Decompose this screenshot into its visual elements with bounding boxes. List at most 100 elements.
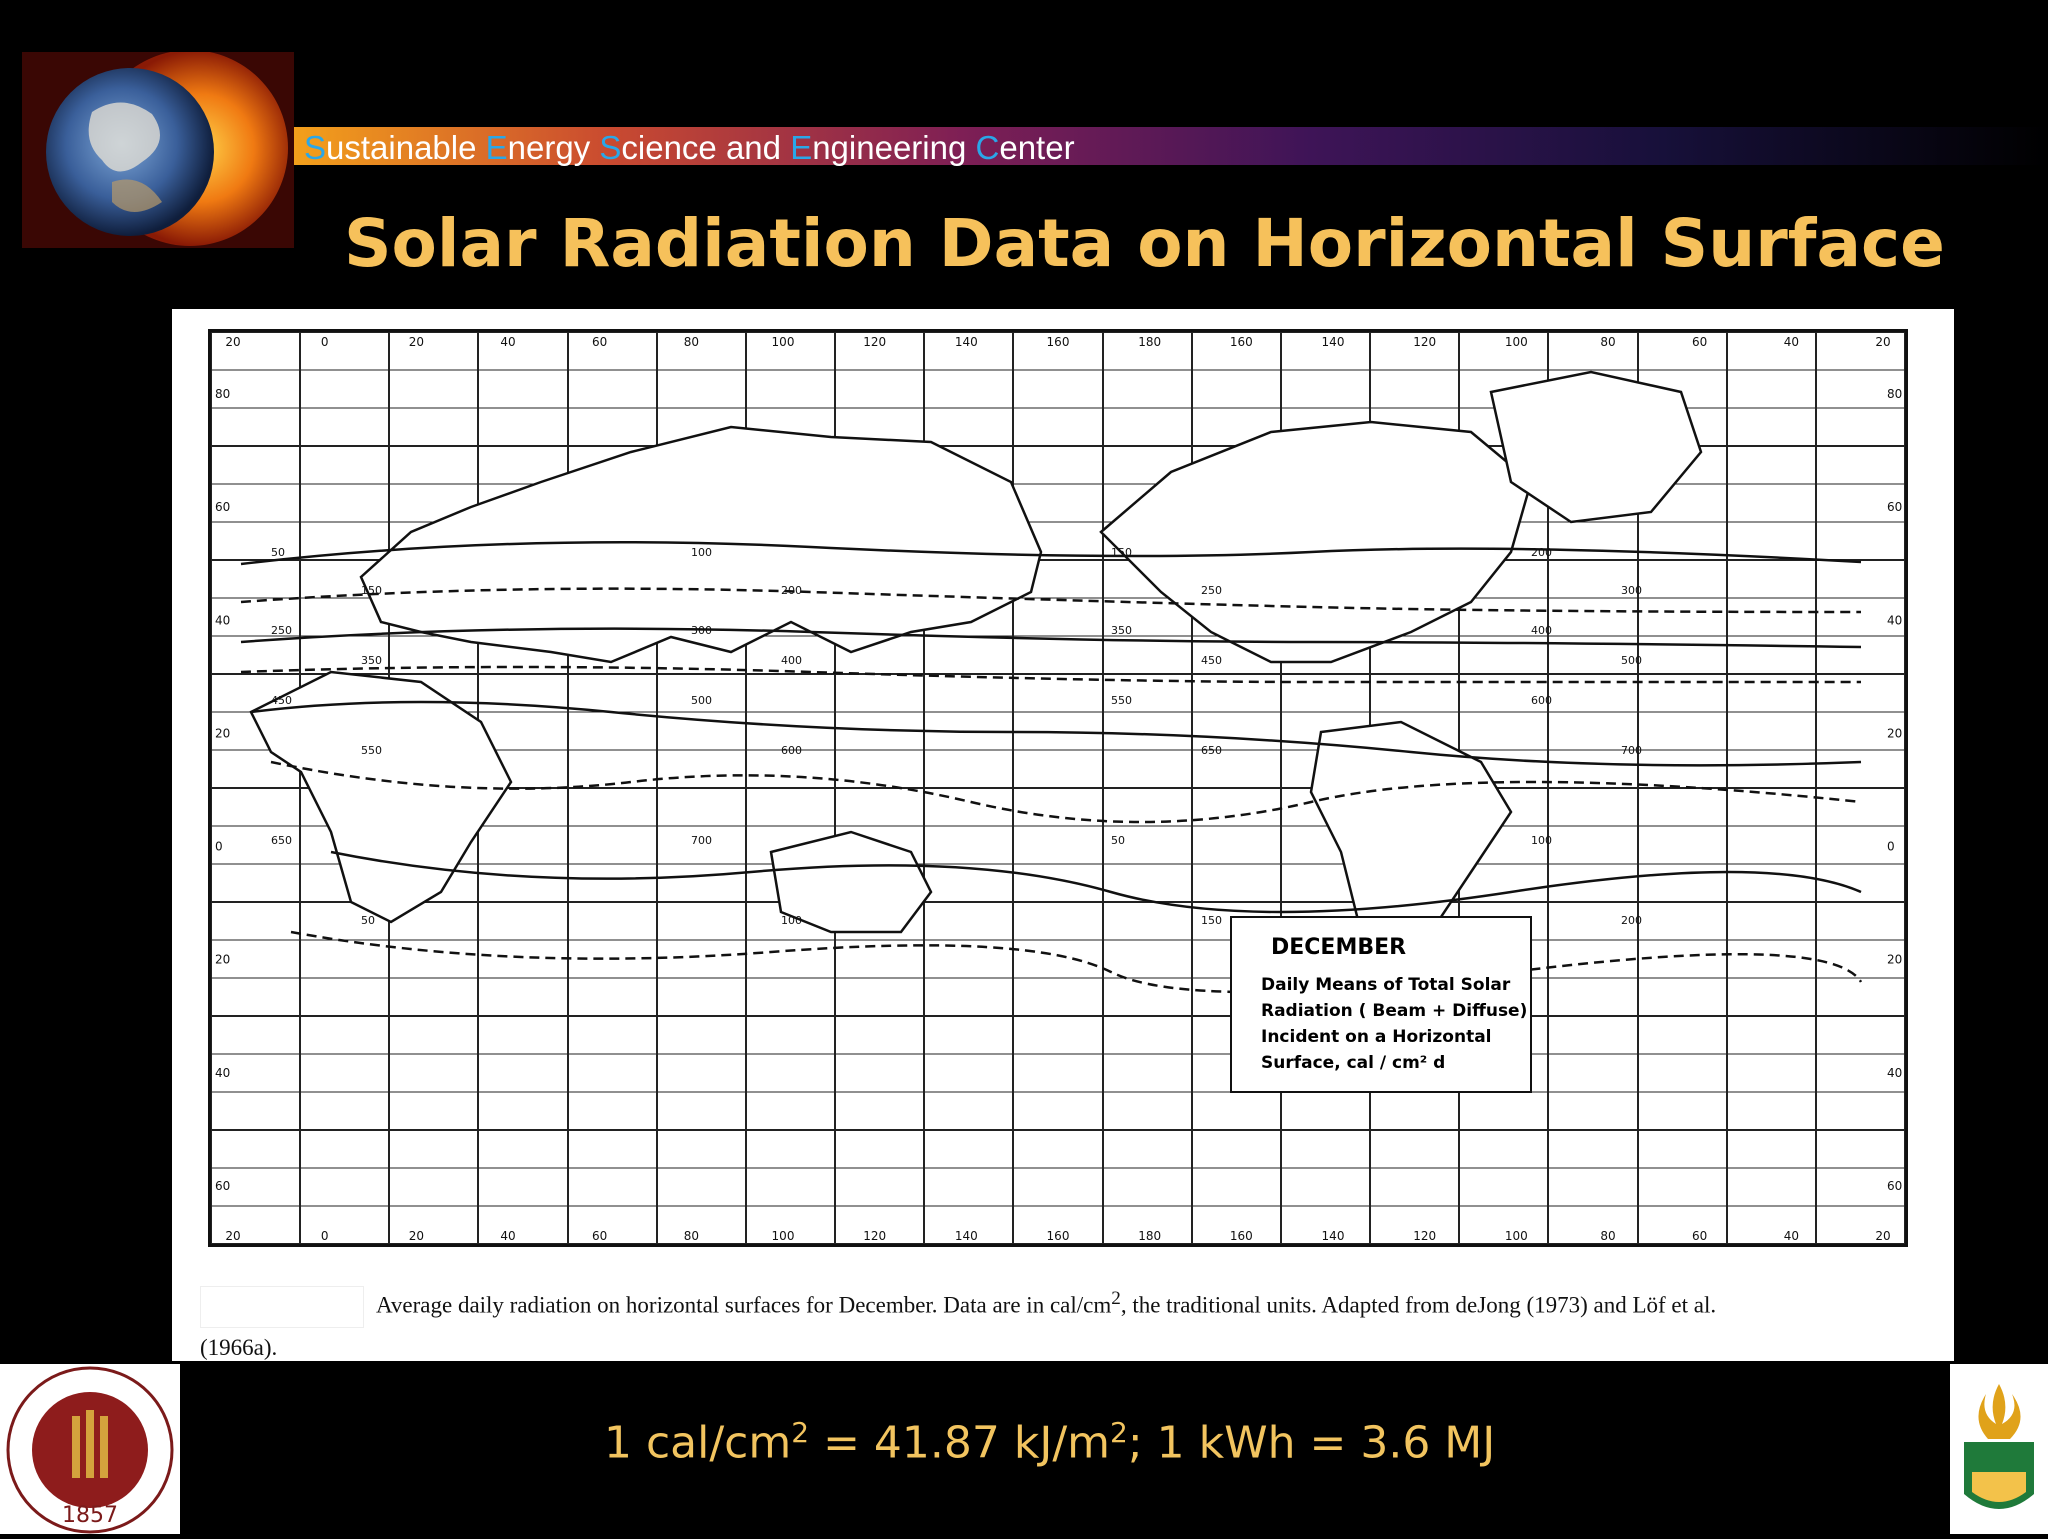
banner-initial: S xyxy=(304,129,327,166)
longitude-label: 20 xyxy=(409,1229,424,1243)
conversion-sup: 2 xyxy=(791,1416,810,1449)
center-name: Sustainable Energy Science and Engineeri… xyxy=(304,129,1075,167)
caption-line2: (1966a). xyxy=(200,1335,278,1361)
conversion-part: ; 1 kWh = 3.6 MJ xyxy=(1127,1417,1496,1469)
longitude-label: 120 xyxy=(863,1229,886,1243)
contour-label: 200 xyxy=(781,584,802,597)
latitude-label: 20 xyxy=(215,953,230,967)
longitude-label: 60 xyxy=(592,335,607,349)
africa-land xyxy=(249,670,513,924)
radiation-map-figure: 20 0 20 40 60 80 100 120 140 160 180 160 140 120 100 80… xyxy=(172,309,1954,1361)
famu-logo-graphic xyxy=(1964,1384,2034,1509)
longitude-label: 60 xyxy=(1692,335,1707,349)
figure-caption: Average daily radiation on horizontal su… xyxy=(200,1279,1940,1368)
legend-line: Surface, cal / cm² d xyxy=(1261,1053,1445,1073)
landmasses xyxy=(249,370,1703,974)
longitude-label: 140 xyxy=(955,1229,978,1243)
legend-line: Incident on a Horizontal xyxy=(1261,1027,1492,1047)
banner-word: cience and xyxy=(621,129,791,166)
contour-label: 700 xyxy=(691,834,712,847)
contour-label: 100 xyxy=(1531,834,1552,847)
longitude-label: 20 xyxy=(409,335,424,349)
latitude-label: 0 xyxy=(1887,840,1895,854)
contour-label: 600 xyxy=(1531,694,1552,707)
contour-label: 300 xyxy=(1621,584,1642,597)
longitude-label: 40 xyxy=(1784,335,1799,349)
longitude-label: 180 xyxy=(1138,1229,1161,1243)
contour-label: 150 xyxy=(1111,546,1132,559)
latitude-label: 20 xyxy=(215,726,230,740)
conversion-sup: 2 xyxy=(1110,1416,1128,1449)
longitude-label: 100 xyxy=(772,335,795,349)
latitude-label: 20 xyxy=(1887,726,1902,740)
banner-word: enter xyxy=(999,129,1075,166)
latitude-label: 0 xyxy=(215,840,223,854)
contour-label: 500 xyxy=(691,694,712,707)
longitude-label: 160 xyxy=(1230,335,1253,349)
fsu-seal-graphic: 1857 xyxy=(6,1366,174,1534)
longitude-label: 100 xyxy=(1505,1229,1528,1243)
slide-title: Solar Radiation Data on Horizontal Surfa… xyxy=(344,205,1945,282)
latitude-label: 60 xyxy=(215,500,230,514)
conversion-part: 1 cal/cm xyxy=(604,1417,792,1469)
contour-label: 250 xyxy=(1201,584,1222,597)
latitude-label: 80 xyxy=(1887,387,1902,401)
contour-label: 100 xyxy=(691,546,712,559)
contour-label: 250 xyxy=(271,624,292,637)
map-legend: DECEMBER Daily Means of Total Solar Radi… xyxy=(1230,916,1532,1093)
latitude-label: 40 xyxy=(1887,613,1902,627)
longitude-label: 80 xyxy=(684,335,699,349)
caption-sup: 2 xyxy=(1111,1288,1121,1309)
longitude-label: 120 xyxy=(1413,1229,1436,1243)
longitude-label: 20 xyxy=(225,1229,240,1243)
latitude-label: 80 xyxy=(215,387,230,401)
banner-word: nergy xyxy=(507,129,600,166)
contour-label: 600 xyxy=(781,744,802,757)
latitude-label: 40 xyxy=(1887,1066,1902,1080)
contour-label: 350 xyxy=(1111,624,1132,637)
center-banner: Sustainable Energy Science and Engineeri… xyxy=(294,127,2048,167)
banner-word: ngineering xyxy=(812,129,976,166)
contour-label: 450 xyxy=(271,694,292,707)
fsu-seal-logo: 1857 xyxy=(0,1364,180,1534)
contour-label: 150 xyxy=(1201,914,1222,927)
longitude-label: 160 xyxy=(1047,1229,1070,1243)
longitude-label: 40 xyxy=(500,335,515,349)
longitude-label: 80 xyxy=(1600,1229,1615,1243)
banner-initial: C xyxy=(975,129,1000,166)
contour-label: 300 xyxy=(691,624,712,637)
longitude-label: 160 xyxy=(1230,1229,1253,1243)
map-frame: 20 0 20 40 60 80 100 120 140 160 180 160 140 120 100 80… xyxy=(208,329,1908,1247)
latitude-label: 20 xyxy=(1887,953,1902,967)
banner-initial: S xyxy=(599,129,622,166)
caption-blank-box xyxy=(200,1286,364,1329)
legend-line: Radiation ( Beam + Diffuse) xyxy=(1261,1001,1527,1021)
longitude-label: 80 xyxy=(1600,335,1615,349)
longitude-label: 0 xyxy=(321,335,329,349)
contour-label: 150 xyxy=(361,584,382,597)
banner-initial: E xyxy=(485,129,508,166)
latitude-label: 60 xyxy=(215,1179,230,1193)
conversion-part: = 41.87 kJ/m xyxy=(809,1417,1111,1469)
longitude-label: 120 xyxy=(1413,335,1436,349)
longitude-label: 0 xyxy=(321,1229,329,1243)
caption-rest: , the traditional units. Adapted from de… xyxy=(1120,1292,1717,1318)
famu-logo xyxy=(1950,1364,2048,1534)
longitude-label: 160 xyxy=(1047,335,1070,349)
longitude-label: 20 xyxy=(225,335,240,349)
contour-label: 650 xyxy=(271,834,292,847)
latitude-label: 60 xyxy=(1887,500,1902,514)
contour-label: 500 xyxy=(1621,654,1642,667)
longitude-label: 140 xyxy=(1322,1229,1345,1243)
contour-label: 550 xyxy=(1111,694,1132,707)
fsu-year: 1857 xyxy=(62,1503,118,1528)
longitude-label: 120 xyxy=(863,335,886,349)
longitude-label: 100 xyxy=(772,1229,795,1243)
longitude-label: 20 xyxy=(1875,1229,1890,1243)
banner-word: ustainable xyxy=(326,129,486,166)
longitude-label: 100 xyxy=(1505,335,1528,349)
longitude-label: 20 xyxy=(1875,335,1890,349)
contour-label: 50 xyxy=(271,546,285,559)
contour-label: 100 xyxy=(781,914,802,927)
latitude-label: 40 xyxy=(215,613,230,627)
